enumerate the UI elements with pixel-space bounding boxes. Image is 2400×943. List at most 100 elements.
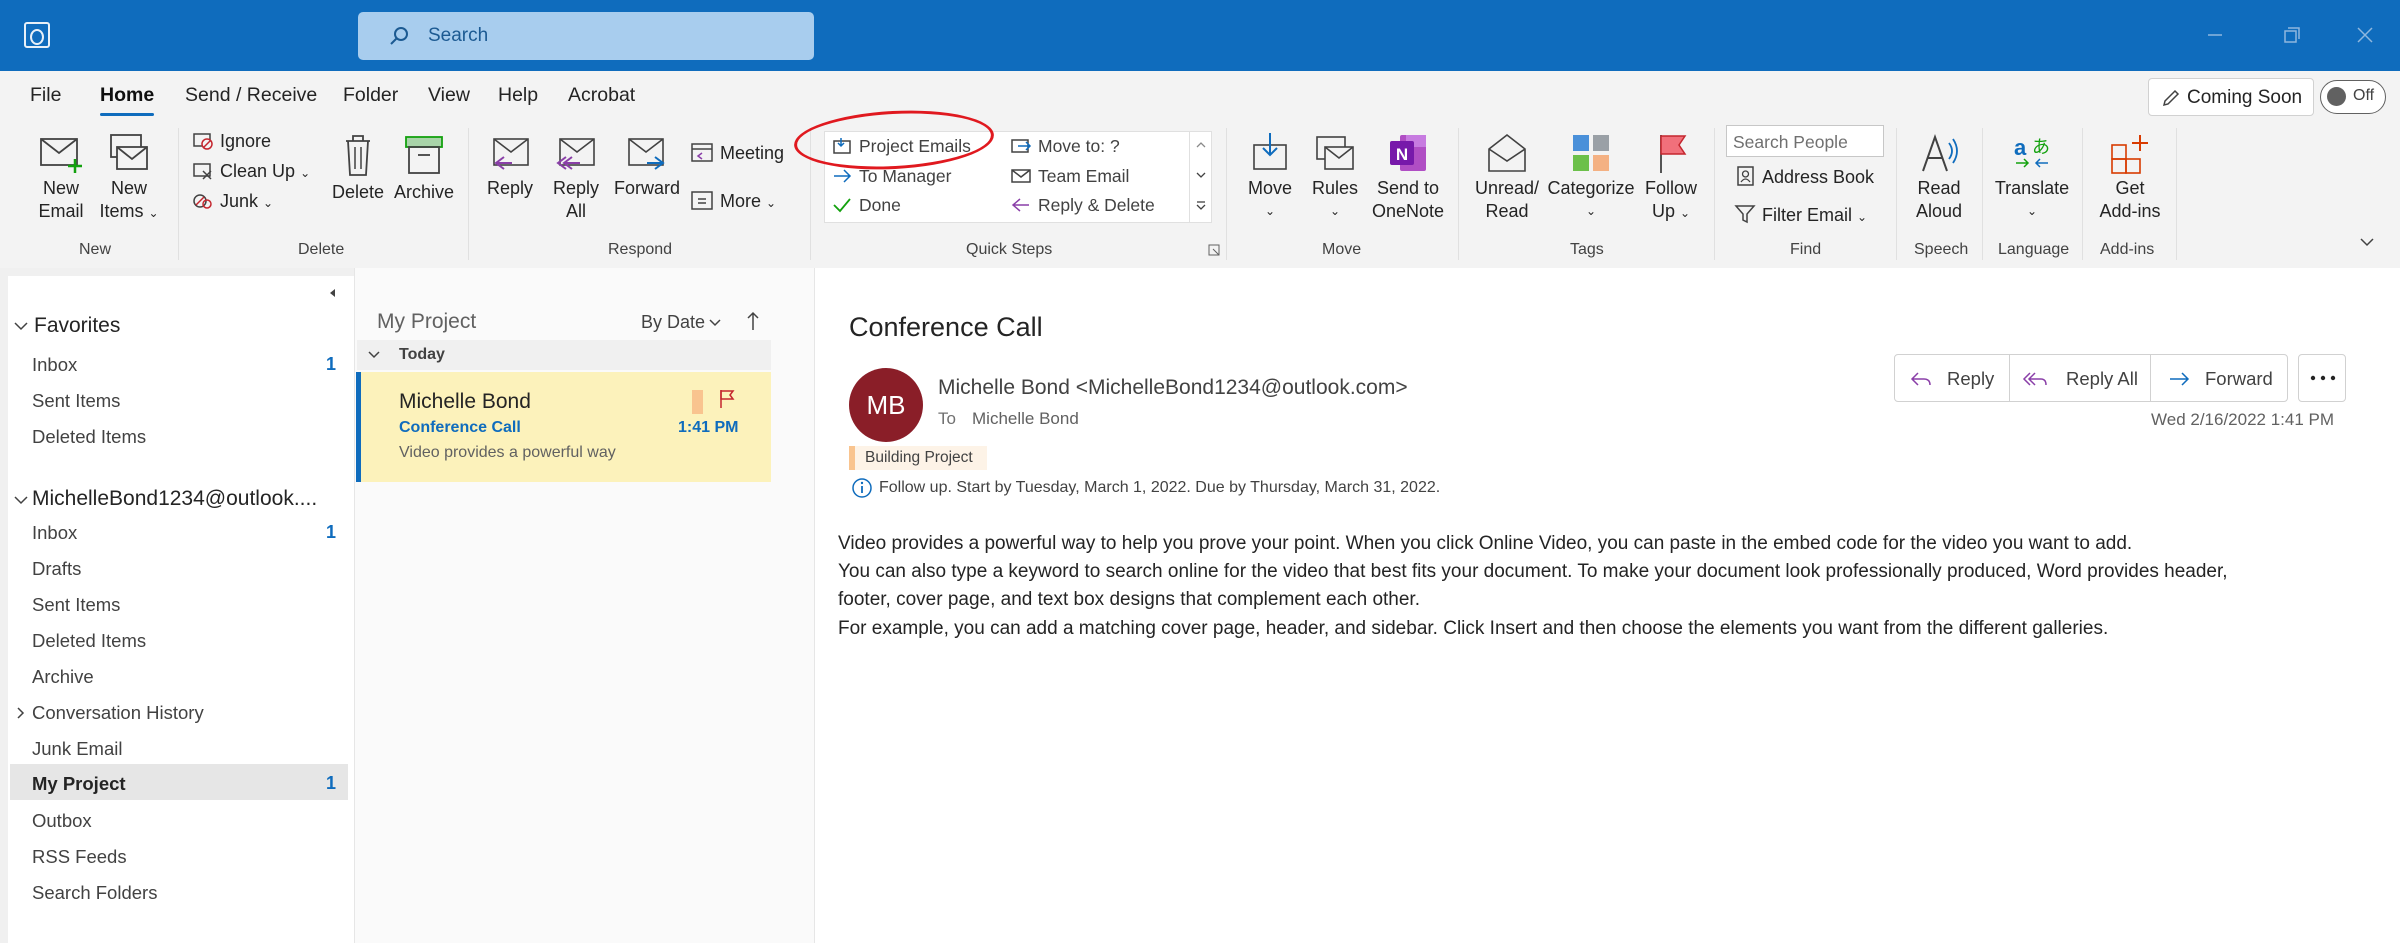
account-header[interactable]: MichelleBond1234@outlook.... [32, 487, 317, 511]
read-aloud-button[interactable]: Read Aloud [1906, 131, 1972, 223]
follow-up-info: Follow up. Start by Tuesday, March 1, 20… [879, 479, 1441, 496]
junk-button[interactable]: Junk ⌄ [192, 191, 273, 212]
move-button[interactable]: Move ⌄ [1240, 131, 1300, 223]
new-items-button[interactable]: New Items ⌄ [96, 131, 162, 225]
calendar-icon [691, 143, 713, 162]
folder-sent-items[interactable]: Sent Items [32, 594, 120, 616]
folder-outbox[interactable]: Outbox [32, 810, 92, 832]
junk-label: Junk [220, 191, 259, 211]
email-to[interactable]: Michelle Bond [972, 409, 1079, 429]
quick-step-move-to[interactable]: Move to: ? [1010, 136, 1120, 157]
restore-icon[interactable] [2276, 20, 2306, 50]
group-header-today[interactable]: Today [357, 340, 771, 370]
categorize-button[interactable]: Categorize ⌄ [1546, 131, 1636, 223]
rules-icon [1316, 136, 1354, 170]
reply-button-reading[interactable]: Reply [1894, 354, 2010, 402]
tab-file[interactable]: File [30, 84, 61, 107]
translate-button[interactable]: aあ Translate ⌄ [1990, 131, 2074, 223]
tab-folder[interactable]: Folder [343, 84, 398, 107]
folder-archive[interactable]: Archive [32, 666, 94, 688]
message-time: 1:41 PM [678, 419, 739, 436]
message-item[interactable]: Michelle Bond Conference Call Video prov… [356, 372, 771, 482]
flag-icon[interactable] [718, 388, 736, 410]
dialog-launcher-icon[interactable] [1208, 244, 1220, 256]
forward-label: Forward [613, 178, 680, 198]
sort-direction-icon[interactable] [744, 310, 762, 332]
search-box[interactable]: Search [358, 12, 814, 60]
group-divider [468, 128, 469, 260]
address-book-icon [1737, 166, 1754, 186]
ribbon-tabs: File Home Send / Receive Folder View Hel… [0, 71, 2400, 123]
filter-email-label: Filter Email [1762, 205, 1853, 225]
get-addins-button[interactable]: Get Add-ins [2092, 131, 2168, 223]
meeting-button[interactable]: Meeting [690, 141, 784, 164]
folder-rss-feeds[interactable]: RSS Feeds [32, 846, 127, 868]
fav-inbox[interactable]: Inbox [32, 354, 77, 376]
ignore-button[interactable]: Ignore [192, 131, 271, 152]
email-body-line: For example, you can add a matching cove… [838, 618, 2109, 639]
chevron-down-icon[interactable] [1195, 170, 1207, 180]
chevron-down-icon: ⌄ [2026, 204, 2038, 218]
folder-inbox[interactable]: Inbox [32, 522, 77, 544]
folder-search-folders[interactable]: Search Folders [32, 882, 157, 904]
unread-read-button[interactable]: Unread/ Read [1468, 131, 1546, 223]
fav-deleted-items[interactable]: Deleted Items [32, 426, 146, 448]
email-date: Wed 2/16/2022 1:41 PM [2151, 410, 2335, 429]
coming-soon-toggle[interactable]: Off [2320, 80, 2386, 114]
coming-soon-button[interactable]: Coming Soon [2148, 78, 2314, 116]
fav-sent-items[interactable]: Sent Items [32, 390, 120, 412]
delete-button[interactable]: Delete [328, 131, 388, 204]
folder-my-project[interactable]: My Project [32, 773, 126, 795]
close-icon[interactable] [2350, 20, 2380, 50]
chevron-down-icon[interactable] [12, 492, 30, 508]
flag-icon [1660, 135, 1687, 173]
clean-up-button[interactable]: Clean Up ⌄ [192, 161, 310, 182]
address-book-button[interactable]: Address Book [1734, 165, 1874, 188]
follow-up-button[interactable]: Follow Up ⌄ [1640, 131, 1702, 225]
tab-send-receive[interactable]: Send / Receive [185, 84, 317, 107]
email-from[interactable]: Michelle Bond <MichelleBond1234@outlook.… [938, 376, 1408, 400]
collapse-pane-icon[interactable] [326, 286, 340, 300]
folder-deleted-items[interactable]: Deleted Items [32, 630, 146, 652]
sort-by-dropdown[interactable]: By Date [641, 312, 705, 333]
folder-conversation-history[interactable]: Conversation History [32, 702, 204, 724]
minimize-icon[interactable] [2200, 20, 2230, 50]
reply-delete-icon [1011, 198, 1029, 212]
expand-gallery-icon[interactable] [1195, 200, 1207, 212]
reply-icon [493, 138, 529, 170]
search-placeholder: Search [428, 25, 489, 46]
quick-step-team-email[interactable]: Team Email [1010, 166, 1129, 187]
tab-acrobat[interactable]: Acrobat [568, 84, 635, 107]
forward-button[interactable]: Forward [612, 131, 682, 200]
tab-home[interactable]: Home [100, 84, 155, 116]
quick-step-done[interactable]: Done [831, 195, 901, 216]
folder-junk-email[interactable]: Junk Email [32, 738, 122, 760]
more-button[interactable]: More ⌄ [690, 189, 776, 212]
rules-button[interactable]: Rules ⌄ [1306, 131, 1364, 223]
search-people-input[interactable]: Search People [1726, 125, 1884, 157]
reply-button[interactable]: Reply [480, 131, 540, 200]
reply-all-button-reading[interactable]: Reply All [2009, 354, 2151, 402]
move-to-folder-icon [1011, 139, 1032, 153]
reply-all-button[interactable]: Reply All [546, 131, 606, 223]
quick-steps-scroll[interactable] [1189, 132, 1211, 222]
quick-step-reply-delete[interactable]: Reply & Delete [1010, 195, 1155, 216]
more-actions-button[interactable] [2298, 354, 2346, 402]
forward-button-reading[interactable]: Forward [2150, 354, 2288, 402]
tab-view[interactable]: View [428, 84, 470, 107]
chevron-up-icon[interactable] [1195, 140, 1207, 150]
favorites-header[interactable]: Favorites [34, 314, 120, 338]
chevron-right-icon[interactable] [14, 705, 26, 721]
folder-drafts[interactable]: Drafts [32, 558, 81, 580]
chevron-down-icon[interactable] [707, 317, 723, 329]
categorize-icon [1573, 135, 1609, 171]
new-items-label-text: Items [99, 201, 144, 221]
filter-email-button[interactable]: Filter Email ⌄ [1734, 203, 1867, 226]
tab-help[interactable]: Help [498, 84, 538, 107]
avatar[interactable]: MB [849, 368, 923, 442]
chevron-down-icon[interactable] [12, 318, 30, 334]
new-email-button[interactable]: New Email [34, 131, 88, 223]
archive-button[interactable]: Archive [392, 131, 456, 204]
send-to-onenote-button[interactable]: N Send to OneNote [1370, 131, 1446, 223]
collapse-ribbon-icon[interactable] [2358, 235, 2376, 249]
